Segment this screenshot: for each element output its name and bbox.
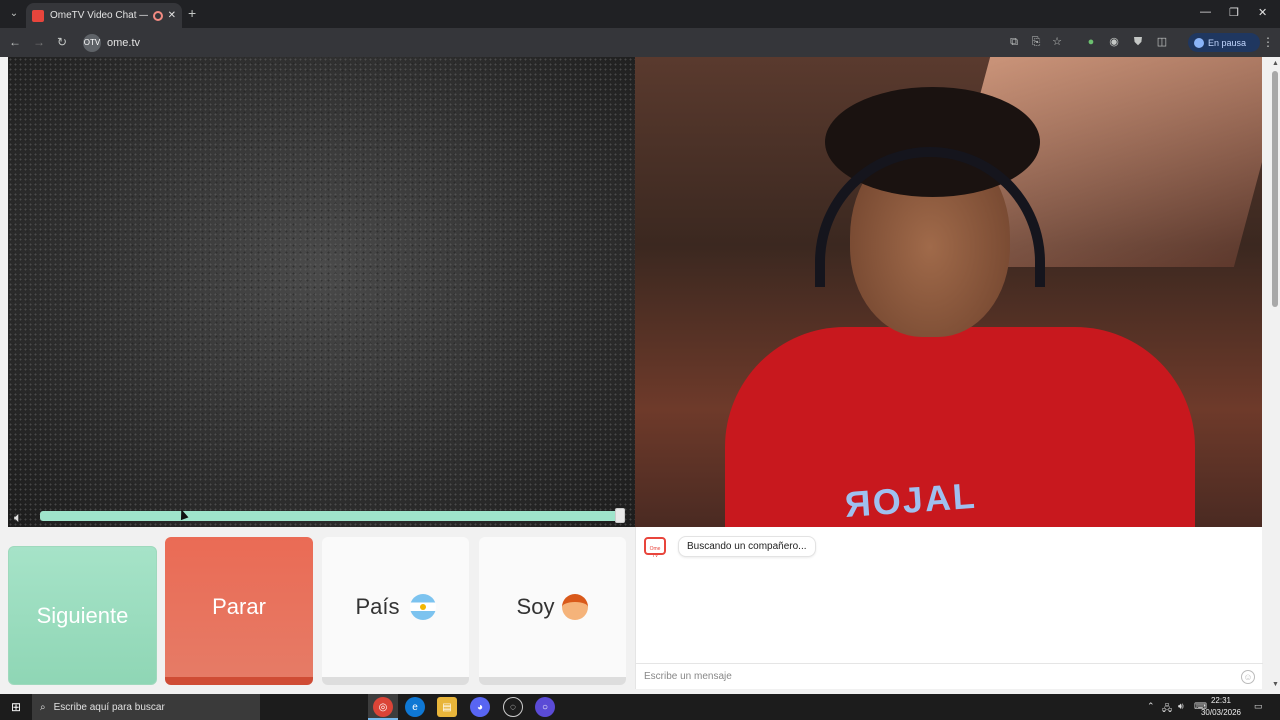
notifications-icon[interactable]: ▭	[1254, 701, 1263, 712]
browser-tab-bar: ⌄ OmeTV Video Chat — Om… ✕ + — ❐ ✕	[0, 0, 1280, 28]
shield-icon[interactable]: ⛊	[1132, 36, 1144, 48]
ometv-logo-icon: Ome TV	[644, 537, 666, 559]
boy-face-icon	[562, 594, 589, 620]
status-message: Buscando un compañero...	[678, 536, 816, 557]
extension-globe-icon[interactable]: ◉	[1108, 36, 1120, 48]
site-info-icon[interactable]: OTV	[83, 33, 101, 52]
remote-video-static	[8, 57, 635, 527]
page-scrollbar[interactable]: ▲ ▼	[1270, 57, 1280, 694]
country-button[interactable]: País	[322, 537, 469, 685]
file-explorer-icon[interactable]: ▤	[437, 697, 457, 717]
extensions-puzzle-icon[interactable]: ◫	[1156, 36, 1168, 48]
stop-button-label: Parar	[212, 594, 266, 619]
scroll-down-icon[interactable]: ▼	[1272, 681, 1279, 688]
taskbar-search-placeholder: Escribe aquí para buscar	[53, 701, 165, 713]
chrome-icon[interactable]: ◎	[373, 697, 393, 717]
bookmark-star-icon[interactable]: ☆	[1051, 36, 1063, 48]
taskbar-clock[interactable]: 22:31 30/03/2026	[1198, 695, 1244, 719]
minimize-icon[interactable]: —	[1200, 6, 1211, 18]
chat-message-input[interactable]	[644, 671, 1224, 682]
url-text: ome.tv	[107, 36, 141, 49]
discord-icon[interactable]: ◕	[470, 697, 490, 717]
argentina-flag-icon	[409, 594, 436, 620]
extension-green-icon[interactable]: ●	[1085, 36, 1097, 48]
reload-icon[interactable]: ↻	[57, 35, 67, 49]
install-app-icon[interactable]: ⎘	[1030, 36, 1042, 48]
windows-start-icon[interactable]: ⊞	[0, 694, 32, 720]
back-icon[interactable]: ←	[9, 35, 21, 49]
gender-button-label: Soy	[516, 594, 555, 619]
clock-time: 22:31	[1210, 696, 1232, 705]
volume-icon[interactable]: 🔈︎	[14, 509, 34, 525]
emoji-icon[interactable]: ☺	[1241, 670, 1255, 684]
tab-search-icon[interactable]: ⌄	[6, 6, 22, 22]
gender-button[interactable]: Soy	[479, 537, 626, 685]
tray-chevron-icon[interactable]: ⌃	[1147, 701, 1155, 712]
translate-icon[interactable]: ⧉	[1008, 36, 1020, 48]
country-button-label: País	[355, 594, 400, 619]
search-icon: ⌕	[40, 701, 46, 713]
browser-tab[interactable]: OmeTV Video Chat — Om… ✕	[26, 3, 182, 28]
scrollbar-thumb[interactable]	[1272, 71, 1278, 307]
close-window-icon[interactable]: ✕	[1258, 6, 1267, 19]
self-video: ЯOJAL	[635, 57, 1262, 527]
static-noise	[8, 57, 635, 527]
volume-slider-handle[interactable]	[615, 508, 625, 523]
tab-title: OmeTV Video Chat — Om…	[50, 10, 148, 21]
steam-icon[interactable]: ◌	[503, 697, 523, 717]
pause-label: En pausa	[1208, 37, 1247, 48]
volume-slider[interactable]	[40, 511, 624, 521]
chat-input-bar: ☺	[636, 663, 1263, 689]
next-button[interactable]: Siguiente	[8, 546, 157, 685]
browser-menu-icon[interactable]: ⋮	[1262, 35, 1274, 49]
next-button-label: Siguiente	[36, 602, 129, 628]
edge-icon[interactable]: e	[405, 697, 425, 717]
speaker-icon[interactable]: 🔊︎	[1178, 701, 1184, 712]
restore-icon[interactable]: ❐	[1229, 6, 1239, 19]
forward-icon[interactable]: →	[33, 35, 45, 49]
stop-button[interactable]: Parar	[165, 537, 313, 685]
profile-paused-button[interactable]: En pausa	[1188, 33, 1260, 52]
new-tab-button[interactable]: +	[188, 5, 196, 21]
windows-taskbar: ⊞ ⌕ Escribe aquí para buscar	[0, 694, 1280, 720]
tab-close-button[interactable]: ✕	[168, 10, 176, 21]
app-circle-icon[interactable]: ○	[535, 697, 555, 717]
profile-avatar	[1194, 37, 1204, 48]
network-icon[interactable]: 🖧︎	[1162, 701, 1172, 717]
scroll-up-icon[interactable]: ▲	[1272, 60, 1279, 67]
recording-icon	[152, 10, 163, 21]
address-bar[interactable]: OTV ome.tv	[80, 31, 990, 54]
taskbar-search[interactable]: ⌕ Escribe aquí para buscar	[32, 694, 260, 720]
browser-toolbar: ← → ↻ OTV ome.tv ⧉ ⎘ ☆ ● ◉ ⛊ ◫	[0, 28, 1280, 57]
page-content: 🔈︎ ЯOJAL Siguiente Parar País Soy Ome TV…	[0, 57, 1270, 694]
clock-date: 30/03/2026	[1200, 708, 1242, 717]
ometv-favicon-icon	[32, 9, 44, 22]
chat-panel: Ome TV Buscando un compañero... ☺	[635, 527, 1263, 689]
